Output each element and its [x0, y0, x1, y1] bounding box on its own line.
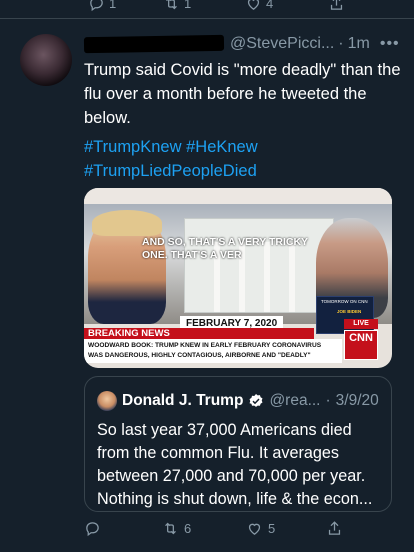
quoted-avatar [97, 391, 117, 411]
quoted-user-name: Donald J. Trump [122, 392, 244, 409]
like-button[interactable]: 5 [246, 520, 275, 537]
retweet-button[interactable]: 6 [162, 520, 191, 537]
retweet-icon [166, 0, 177, 10]
verified-icon [248, 393, 264, 409]
ticker-line2: WAS DANGEROUS, HIGHLY CONTAGIOUS, AIRBOR… [88, 352, 311, 359]
media-quote-line2: ONE. THAT'S A VER [142, 249, 242, 261]
share-button[interactable] [326, 520, 343, 537]
prev-like-button[interactable]: 4 [245, 0, 273, 12]
media-quote-text: AND SO, THAT'S A VERY TRICKY ONE. THAT'S… [142, 236, 308, 262]
white-house-shape [184, 218, 334, 313]
promo-name-text: JOE BIDEN [337, 309, 362, 314]
user-handle[interactable]: @StevePicci... [230, 35, 334, 53]
tweet-text: Trump said Covid is "more deadly" than t… [84, 61, 401, 127]
like-icon [247, 0, 260, 10]
quoted-tweet[interactable]: Donald J. Trump @rea... · 3/9/20 So last… [84, 376, 392, 512]
prev-like-count: 4 [266, 0, 274, 11]
reply-button[interactable] [84, 520, 101, 537]
hashtag-link[interactable]: #TrumpKnew [84, 138, 182, 156]
person-left-hair [92, 210, 162, 236]
quoted-tweet-header: Donald J. Trump @rea... · 3/9/20 [97, 391, 389, 411]
retweet-icon [165, 522, 176, 535]
media-top-strip [84, 188, 392, 204]
live-badge: LIVE [344, 319, 378, 329]
tweet-divider [0, 18, 414, 19]
share-icon [328, 521, 341, 535]
avatar[interactable] [20, 34, 72, 86]
media-quote-line1: AND SO, THAT'S A VERY TRICKY [142, 236, 309, 248]
breaking-news-label: BREAKING NEWS [84, 328, 314, 339]
previous-tweet-actions: 1 1 4 [0, 0, 414, 16]
promo-top-text: TOMORROW ON CNN [321, 299, 368, 304]
prev-retweet-count: 1 [184, 0, 192, 11]
share-icon [330, 0, 343, 10]
reply-icon [86, 522, 99, 537]
prev-share-button[interactable] [328, 0, 345, 12]
prev-reply-count: 1 [109, 0, 117, 11]
tweet-actions: 6 5 [84, 520, 384, 540]
like-icon [248, 523, 261, 535]
more-options-icon[interactable]: ••• [380, 35, 400, 53]
news-ticker: WOODWARD BOOK: TRUMP KNEW IN EARLY FEBRU… [84, 339, 342, 363]
ticker-line1: WOODWARD BOOK: TRUMP KNEW IN EARLY FEBRU… [88, 342, 322, 349]
like-count: 5 [268, 521, 276, 536]
cnn-logo: CNN [344, 330, 378, 360]
reply-icon [90, 0, 103, 12]
tweet-media-image[interactable]: AND SO, THAT'S A VERY TRICKY ONE. THAT'S… [84, 188, 392, 368]
quoted-tweet-text: So last year 37,000 Americans died from … [97, 421, 373, 508]
hashtags: #TrumpKnew #HeKnew #TrumpLiedPeopleDied [84, 135, 404, 183]
prev-retweet-button[interactable]: 1 [163, 0, 191, 12]
tweet-time[interactable]: 1m [348, 35, 370, 53]
quoted-user-handle: @rea... [269, 392, 321, 409]
quoted-separator-dot: · [325, 392, 331, 409]
retweet-count: 6 [184, 521, 192, 536]
redacted-name [83, 34, 225, 54]
quoted-tweet-date: 3/9/20 [335, 392, 379, 409]
prev-reply-button[interactable]: 1 [88, 0, 116, 12]
tweet-header: @StevePicci... · 1m ••• [83, 33, 404, 55]
separator-dot: · [338, 35, 344, 52]
hashtag-link[interactable]: #HeKnew [186, 138, 258, 156]
hashtag-link[interactable]: #TrumpLiedPeopleDied [84, 162, 257, 180]
